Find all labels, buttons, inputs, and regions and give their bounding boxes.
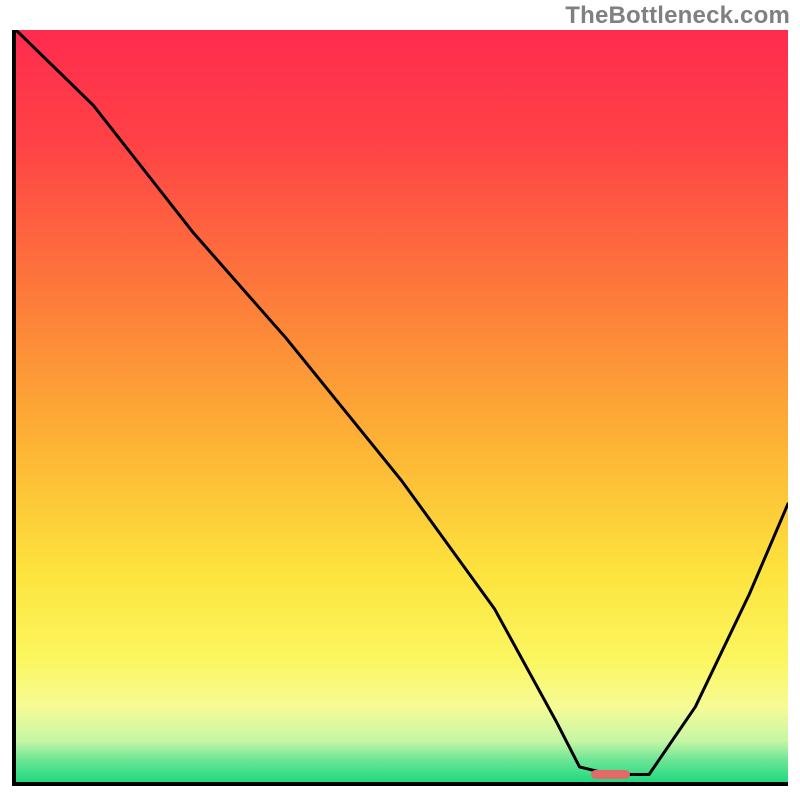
plot-area: [12, 30, 788, 786]
watermark-text: TheBottleneck.com: [565, 2, 790, 30]
bottleneck-curve: [16, 30, 788, 782]
optimal-marker: [591, 770, 630, 780]
chart-stage: TheBottleneck.com: [0, 0, 800, 800]
